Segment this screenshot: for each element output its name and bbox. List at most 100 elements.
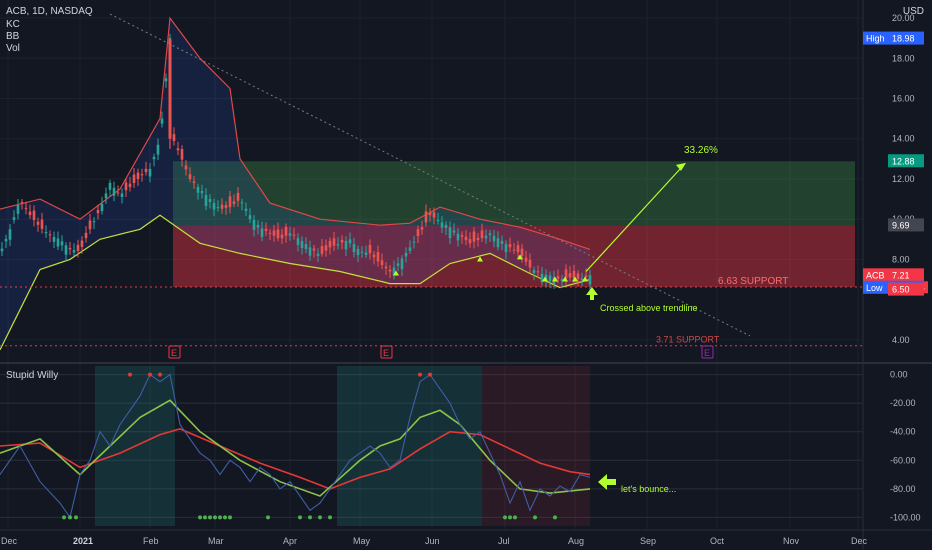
indicator-panel-title[interactable]: Stupid Willy [6,370,58,381]
candle-body [504,244,508,253]
osc-tick-2: -40.00 [890,427,916,437]
candle-body [220,204,224,209]
price-tick-4: 14.00 [892,134,915,144]
candle-body [512,249,516,251]
osc-dot-10 [266,515,270,520]
currency-label: USD [902,6,924,17]
price-tag-value-3: 7.21 [892,270,910,280]
candle-body [348,239,352,244]
candle-body [144,168,148,173]
candle-body [184,165,188,170]
osc-dot-18 [533,515,537,520]
osc-dot-17 [513,515,517,520]
candle-body [452,230,456,233]
candle-body [288,233,292,236]
candle-body [244,208,248,211]
candle-body [580,278,584,280]
candle-body [372,254,376,258]
candle-body [416,229,420,237]
candle-body [388,269,392,272]
candle-body [276,229,280,239]
candle-body [300,240,304,248]
projection-percent: 33.26% [684,145,718,156]
candle-body [436,220,440,222]
candle-body [568,273,572,278]
indicator-bb[interactable]: BB [6,31,19,43]
osc-dot-19 [553,515,557,520]
candle-body [56,238,60,247]
candle-body [432,212,436,218]
price-tag-value-0: 18.98 [892,34,915,44]
candle-body [136,172,140,179]
indicator-vol[interactable]: Vol [6,43,20,55]
candle-body [376,251,380,262]
candle-body [304,244,308,249]
annotation-bounce: let's bounce... [621,484,676,494]
time-label-0: Dec [1,536,18,546]
osc-dot-2 [74,515,78,520]
price-tick-1: 8.00 [892,254,910,264]
candle-body [284,226,288,236]
candle-body [556,276,560,279]
osc-dot-8 [223,515,227,520]
candle-body [28,211,32,216]
candle-body [396,263,400,266]
candle-body [0,248,4,252]
candle-body [352,244,356,253]
candle-body [384,266,388,269]
candle-body [444,224,448,229]
osc-top-dot-4 [428,372,432,377]
osc-dot-5 [208,515,212,520]
candle-body [156,144,160,155]
candle-body [44,232,48,234]
candle-body [116,192,120,194]
candle-body [364,252,368,256]
time-label-3: Mar [208,536,224,546]
earnings-marker-2: E [704,348,710,358]
price-tag-value-1: 12.88 [892,156,915,166]
candle-body [96,209,100,214]
candle-body [120,193,124,198]
candle-body [64,245,68,255]
candle-body [412,241,416,243]
price-tick-6: 18.00 [892,53,915,63]
candle-body [256,224,260,228]
candle-body [508,244,512,248]
candle-body [192,181,196,183]
price-tag-label-3: ACB [866,270,885,280]
candle-body [68,248,72,250]
candle-body [52,236,56,242]
osc-top-dot-2 [158,372,162,377]
candle-body [500,240,504,244]
candle-body [524,257,528,262]
earnings-marker-0: E [171,348,177,358]
candle-body [180,148,184,160]
osc-dot-15 [503,515,507,520]
support-label-371: 3.71 SUPPORT [656,335,720,345]
candle-body [140,174,144,176]
candle-body [164,78,168,82]
candle-body [188,174,192,179]
candle-body [448,227,452,239]
time-label-7: Jul [498,536,510,546]
indicator-kc[interactable]: KC [6,19,20,31]
osc-dot-3 [198,515,202,520]
candle-body [316,253,320,256]
candle-body [36,221,40,225]
price-tag-value-5: 6.50 [892,285,910,295]
osc-region-1 [337,366,482,526]
candle-body [8,229,12,240]
candle-body [332,238,336,246]
candle-body [240,202,244,204]
candle-body [104,193,108,199]
candle-body [484,235,488,239]
candle-body [380,260,384,266]
time-label-9: Sep [640,536,656,546]
candle-body [356,248,360,256]
candle-body [124,182,128,191]
osc-tick-5: -100.00 [890,512,921,522]
price-chart[interactable]: 6.63 SUPPORT 3.71 SUPPORT 33.26% Crossed ab… [0,0,932,550]
candle-body [20,202,24,204]
price-tag-label-4: Low [866,283,883,293]
candle-body [32,210,36,221]
